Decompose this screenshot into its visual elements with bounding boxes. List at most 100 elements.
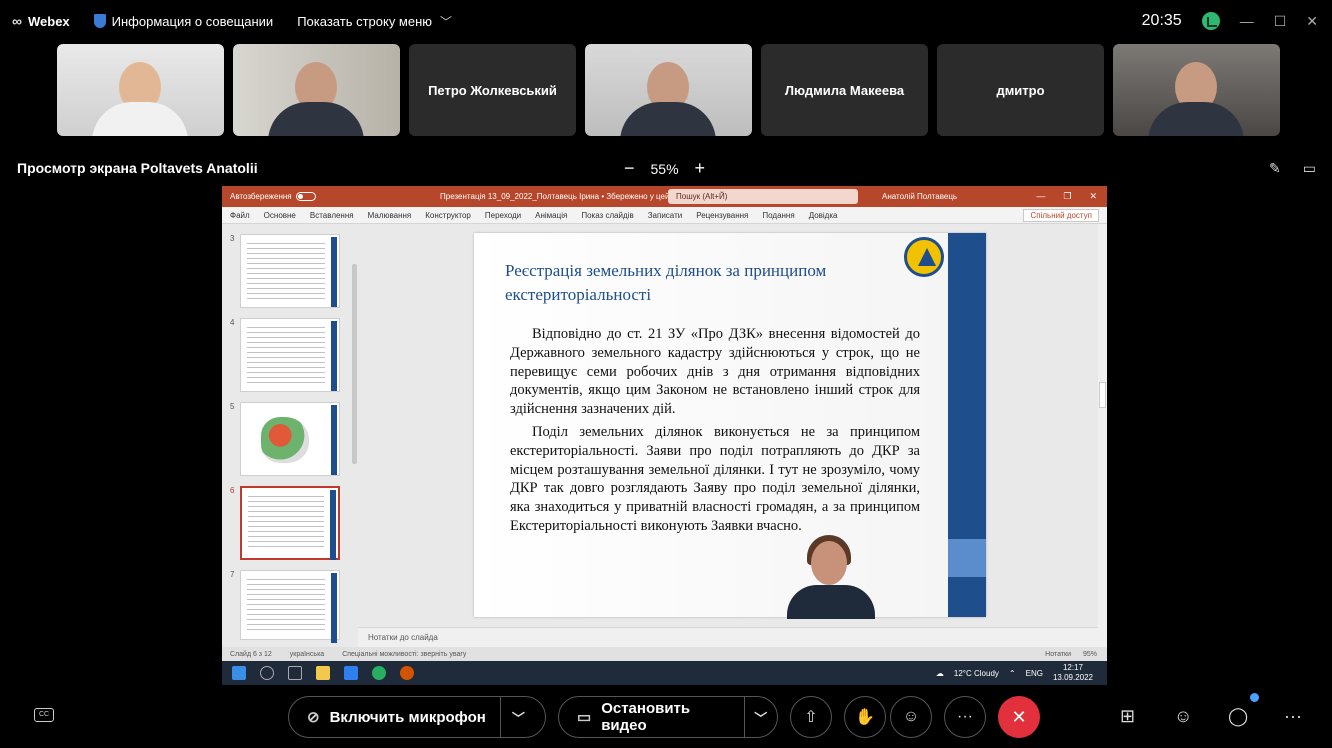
- zoom-out-button[interactable]: −: [624, 158, 635, 179]
- zoom-level: 55%: [650, 160, 679, 177]
- mic-button[interactable]: ⊘ Включить микрофон ﹀: [288, 696, 546, 738]
- show-menu-button[interactable]: Показать строку меню ﹀: [297, 13, 452, 30]
- tab-record[interactable]: Записати: [648, 211, 683, 220]
- zoom-percent[interactable]: 95%: [1083, 651, 1097, 658]
- start-icon[interactable]: [232, 666, 246, 680]
- notes-button[interactable]: Нотатки: [1045, 651, 1071, 658]
- raise-hand-button[interactable]: ✋: [844, 696, 886, 738]
- share-screen-button[interactable]: ⇧: [790, 696, 832, 738]
- language-indicator[interactable]: ENG: [1026, 669, 1043, 678]
- participant-body: [1148, 102, 1244, 136]
- participant-tile[interactable]: [1113, 44, 1280, 136]
- slide-thumbnail[interactable]: [240, 234, 340, 308]
- thumb-band: [331, 237, 337, 307]
- language-label[interactable]: українська: [290, 651, 324, 658]
- share-icon: ⇧: [804, 709, 818, 726]
- tab-home[interactable]: Основне: [264, 211, 296, 220]
- participant-body: [268, 102, 364, 136]
- thumb-number: 3: [230, 234, 235, 243]
- participant-name: Людмила Макеева: [784, 82, 905, 98]
- notes-placeholder: Нотатки до слайда: [368, 633, 438, 642]
- scroll-thumb[interactable]: [1099, 382, 1106, 408]
- show-menu-label: Показать строку меню: [297, 13, 433, 29]
- maximize-button[interactable]: ❐: [1063, 191, 1071, 202]
- taskbar-date: 13.09.2022: [1052, 673, 1093, 682]
- accessibility-label[interactable]: Спеціальні можливості: зверніть увагу: [342, 651, 466, 658]
- editor-area: 3 4 5 6 7 Реєстрація земельних ділянок з…: [222, 224, 1107, 647]
- meeting-info-button[interactable]: Информация о совещании: [93, 13, 274, 29]
- weather-label[interactable]: 12°C Cloudy: [954, 669, 999, 678]
- presenter-video: [779, 533, 883, 619]
- taskbar-clock[interactable]: 12:17 13.09.2022: [1053, 663, 1093, 683]
- file-name: Презентація 13_09_2022_Полтавець Ірина •…: [440, 192, 683, 201]
- search-input[interactable]: Пошук (Alt+Й): [668, 189, 858, 204]
- folder-icon[interactable]: [316, 666, 330, 680]
- video-button[interactable]: ▭ Остановить видео ﹀: [558, 696, 778, 738]
- participant-tile[interactable]: [585, 44, 752, 136]
- annotate-icon[interactable]: ✎: [1269, 160, 1281, 177]
- slide-thumbnail[interactable]: [240, 570, 340, 643]
- presenter-body: [787, 585, 875, 619]
- tab-slideshow[interactable]: Показ слайдів: [581, 211, 633, 220]
- tab-insert[interactable]: Вставлення: [310, 211, 354, 220]
- slide-thumbnail[interactable]: [240, 318, 340, 392]
- captions-icon[interactable]: CC: [34, 708, 54, 722]
- mail-icon[interactable]: [344, 666, 358, 680]
- zoom-in-button[interactable]: +: [695, 158, 706, 179]
- more-icon[interactable]: ···: [1284, 706, 1302, 727]
- thumb-number: 6: [230, 486, 235, 495]
- share-access-button[interactable]: Спільний доступ: [1023, 209, 1099, 222]
- leave-meeting-button[interactable]: ✕: [998, 696, 1040, 738]
- task-view-icon[interactable]: [288, 666, 302, 680]
- autosave-toggle[interactable]: [295, 192, 316, 201]
- more-options-button[interactable]: ···: [944, 696, 986, 738]
- tab-view[interactable]: Подання: [762, 211, 794, 220]
- thumb-number: 5: [230, 402, 235, 411]
- network-status-icon[interactable]: [1201, 12, 1220, 30]
- remote-control-icon[interactable]: ▭: [1303, 160, 1316, 177]
- tab-help[interactable]: Довідка: [809, 211, 838, 220]
- tab-design[interactable]: Конструктор: [425, 211, 471, 220]
- participant-tile[interactable]: Людмила Макеева: [761, 44, 928, 136]
- participant-tile[interactable]: Петро Жолкевський: [409, 44, 576, 136]
- tab-transitions[interactable]: Переходи: [485, 211, 521, 220]
- tray-chevron-icon[interactable]: ⌃: [1009, 669, 1016, 678]
- minimize-button[interactable]: —: [1036, 191, 1045, 202]
- participant-tile[interactable]: [57, 44, 224, 136]
- edge-icon[interactable]: [372, 666, 386, 680]
- notes-pane[interactable]: Нотатки до слайда: [358, 627, 1098, 647]
- reactions-button[interactable]: ☺: [890, 696, 932, 738]
- slide-thumbnails: 3 4 5 6 7: [222, 224, 358, 647]
- close-button[interactable]: ✕: [1089, 191, 1097, 202]
- apps-icon[interactable]: ⊞: [1120, 706, 1135, 727]
- participants-icon[interactable]: ☺: [1174, 706, 1192, 727]
- mic-options-chevron-icon[interactable]: ﹀: [499, 696, 536, 738]
- tab-review[interactable]: Рецензування: [696, 211, 748, 220]
- chevron-down-icon: ﹀: [440, 14, 453, 29]
- thumb-text: [247, 243, 325, 299]
- maximize-button[interactable]: ☐: [1274, 13, 1287, 30]
- current-slide[interactable]: Реєстрація земельних ділянок за принципо…: [474, 233, 986, 619]
- slide-thumbnail-selected[interactable]: [240, 486, 340, 560]
- user-name: Анатолій Полтавець: [882, 192, 958, 201]
- tab-animations[interactable]: Анімація: [535, 211, 567, 220]
- tab-file[interactable]: Файл: [230, 211, 250, 220]
- thumb-text: [247, 327, 325, 383]
- search-icon[interactable]: [260, 666, 274, 680]
- minimize-button[interactable]: —: [1240, 13, 1254, 29]
- close-button[interactable]: ✕: [1306, 13, 1318, 30]
- powerpoint-icon[interactable]: [400, 666, 414, 680]
- slide-counter: Слайд 6 з 12: [230, 650, 272, 658]
- meeting-info-label: Информация о совещании: [111, 13, 274, 29]
- participant-tile[interactable]: [233, 44, 400, 136]
- slide-thumbnail[interactable]: [240, 402, 340, 476]
- chat-icon[interactable]: ◯: [1228, 706, 1248, 727]
- tab-draw[interactable]: Малювання: [368, 211, 412, 220]
- thumb-band: [331, 573, 337, 643]
- slide-scrollbar[interactable]: [1098, 224, 1107, 647]
- slide-title: Реєстрація земельних ділянок за принципо…: [505, 261, 827, 304]
- presenter-head: [811, 541, 847, 585]
- thumbnail-scrollbar[interactable]: [352, 264, 357, 464]
- participant-tile[interactable]: дмитро: [937, 44, 1104, 136]
- video-options-chevron-icon[interactable]: ﹀: [743, 696, 777, 738]
